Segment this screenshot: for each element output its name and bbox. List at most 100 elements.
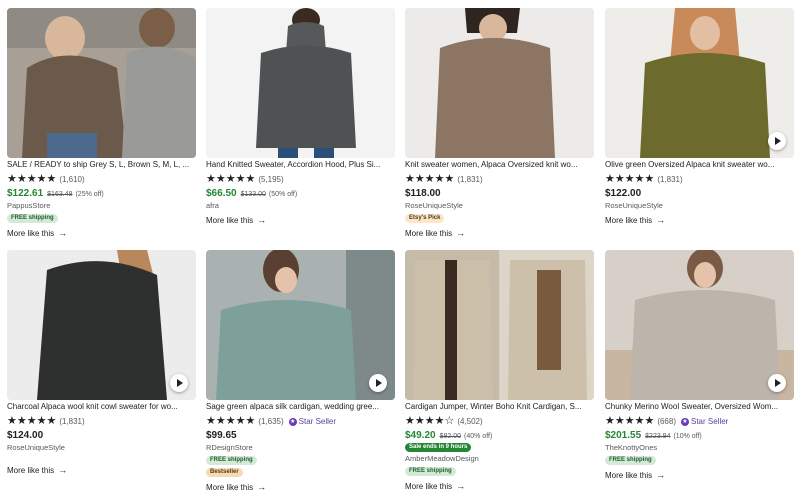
price: $118.00	[405, 188, 441, 199]
arrow-right-icon: →	[456, 481, 466, 491]
listing-title[interactable]: Charcoal Alpaca wool knit cowl sweater f…	[7, 402, 196, 412]
more-like-this-label: More like this	[7, 228, 55, 238]
listing-image[interactable]	[405, 250, 594, 400]
free-shipping-badge: FREE shipping	[405, 467, 456, 476]
original-price: $223.94	[645, 433, 671, 440]
discount-percent: (10% off)	[673, 433, 702, 440]
more-like-this-label: More like this	[605, 215, 653, 225]
listing-card[interactable]: Sage green alpaca silk cardigan, wedding…	[206, 250, 395, 492]
free-shipping-badge: FREE shipping	[206, 456, 257, 465]
shop-name: AmberMeadowDesign	[405, 454, 479, 463]
shop-name: RDesignStore	[206, 443, 253, 452]
rating: ★★★★★ (1,831)	[7, 416, 196, 427]
sale-ends-badge: Sale ends in 9 hours	[405, 443, 472, 452]
discount-percent: (40% off)	[464, 433, 493, 440]
star-rating-icon: ★★★★☆	[405, 415, 455, 427]
listing-image[interactable]	[206, 250, 395, 400]
arrow-right-icon: →	[58, 228, 68, 238]
original-price: $133.00	[240, 191, 266, 198]
listing-title[interactable]: Chunky Merino Wool Sweater, Oversized Wo…	[605, 402, 794, 412]
play-video-icon[interactable]	[369, 374, 387, 392]
more-like-this-link[interactable]: More like this →	[206, 482, 395, 492]
discount-percent: (25% off)	[75, 191, 104, 198]
shop-name: afra	[206, 201, 219, 210]
shop-name: TheKnottyOnes	[605, 443, 658, 452]
price-row: $124.00	[7, 430, 196, 441]
rating: ★★★★☆ (4,502)	[405, 416, 594, 427]
play-video-icon[interactable]	[170, 374, 188, 392]
more-like-this-link[interactable]: More like this →	[405, 481, 594, 491]
sale-price: $66.50	[206, 188, 237, 199]
star-rating-icon: ★★★★★	[7, 415, 57, 427]
discount-percent: (50% off)	[268, 191, 298, 198]
price: $122.00	[605, 188, 642, 199]
play-video-icon[interactable]	[768, 132, 786, 150]
price-row: $66.50 $133.00 (50% off)	[206, 188, 395, 199]
more-like-this-link[interactable]: More like this →	[7, 228, 196, 238]
more-like-this-link[interactable]: More like this →	[405, 228, 594, 238]
arrow-right-icon: →	[257, 215, 267, 225]
listing-card[interactable]: Knit sweater women, Alpaca Oversized kni…	[405, 8, 594, 238]
more-like-this-label: More like this	[206, 482, 254, 492]
listing-card[interactable]: Olive green Oversized Alpaca knit sweate…	[605, 8, 794, 225]
listing-title[interactable]: Cardigan Jumper, Winter Boho Knit Cardig…	[405, 402, 594, 412]
more-like-this-link[interactable]: More like this →	[605, 215, 794, 225]
listing-card[interactable]: Cardigan Jumper, Winter Boho Knit Cardig…	[405, 250, 594, 491]
listing-title[interactable]: Olive green Oversized Alpaca knit sweate…	[605, 160, 794, 170]
more-like-this-label: More like this	[7, 465, 55, 475]
more-like-this-link[interactable]: More like this →	[7, 465, 196, 475]
review-count: (1,635)	[258, 417, 284, 426]
rating: ★★★★★ (1,831)	[605, 174, 794, 185]
review-count: (1,831)	[457, 175, 483, 184]
star-rating-icon: ★★★★★	[7, 173, 57, 185]
more-like-this-link[interactable]: More like this →	[206, 215, 395, 225]
listing-title[interactable]: Knit sweater women, Alpaca Oversized kni…	[405, 160, 594, 170]
price-row: $122.61 $163.48 (25% off)	[7, 188, 196, 199]
play-video-icon[interactable]	[768, 374, 786, 392]
star-rating-icon: ★★★★★	[605, 415, 655, 427]
tags: FREE shipping	[7, 210, 196, 223]
arrow-right-icon: →	[656, 215, 666, 225]
listing-image[interactable]	[7, 250, 196, 400]
more-like-this-label: More like this	[405, 481, 453, 491]
listing-image[interactable]	[405, 8, 594, 158]
more-like-this-link[interactable]: More like this →	[605, 470, 794, 480]
star-seller-icon: ★	[288, 417, 297, 426]
review-count: (5,195)	[258, 175, 284, 184]
more-like-this-label: More like this	[206, 215, 254, 225]
listing-image[interactable]	[605, 250, 794, 400]
free-shipping-badge: FREE shipping	[7, 214, 58, 223]
listing-title[interactable]: Hand Knitted Sweater, Accordion Hood, Pl…	[206, 160, 395, 170]
more-like-this-label: More like this	[605, 470, 653, 480]
listing-card[interactable]: Chunky Merino Wool Sweater, Oversized Wo…	[605, 250, 794, 480]
shop-name: PappusStore	[7, 201, 51, 210]
shop-name: RoseUniqueStyle	[405, 201, 463, 210]
original-price: $163.48	[47, 191, 73, 198]
tags: FREE shipping Bestseller	[206, 452, 395, 477]
rating: ★★★★★ (5,195)	[206, 174, 395, 185]
listing-image[interactable]	[206, 8, 395, 158]
sale-price: $201.55	[605, 430, 642, 441]
price-row: $118.00	[405, 188, 594, 199]
price-row: $122.00	[605, 188, 794, 199]
listing-title[interactable]: Sage green alpaca silk cardigan, wedding…	[206, 402, 395, 412]
star-seller-label: Star Seller	[298, 417, 337, 426]
star-rating-icon: ★★★★★	[405, 173, 455, 185]
review-count: (1,831)	[657, 175, 683, 184]
original-price: $82.00	[439, 433, 462, 440]
sale-price: $122.61	[7, 188, 44, 199]
listing-card[interactable]: Charcoal Alpaca wool knit cowl sweater f…	[7, 250, 196, 475]
listing-image[interactable]	[605, 8, 794, 158]
price: $124.00	[7, 430, 44, 441]
listing-card[interactable]: Hand Knitted Sweater, Accordion Hood, Pl…	[206, 8, 395, 225]
arrow-right-icon: →	[257, 482, 267, 492]
shop-name: RoseUniqueStyle	[605, 201, 663, 210]
rating: ★★★★★ (1,610)	[7, 174, 196, 185]
arrow-right-icon: →	[656, 470, 666, 480]
listing-card[interactable]: SALE / READY to ship Grey S, L, Brown S,…	[7, 8, 196, 238]
price-row: $49.20 $82.00 (40% off)	[405, 430, 594, 441]
star-rating-icon: ★★★★★	[206, 173, 256, 185]
listing-image[interactable]	[7, 8, 196, 158]
rating: ★★★★★ (1,831)	[405, 174, 594, 185]
listing-title[interactable]: SALE / READY to ship Grey S, L, Brown S,…	[7, 160, 196, 170]
